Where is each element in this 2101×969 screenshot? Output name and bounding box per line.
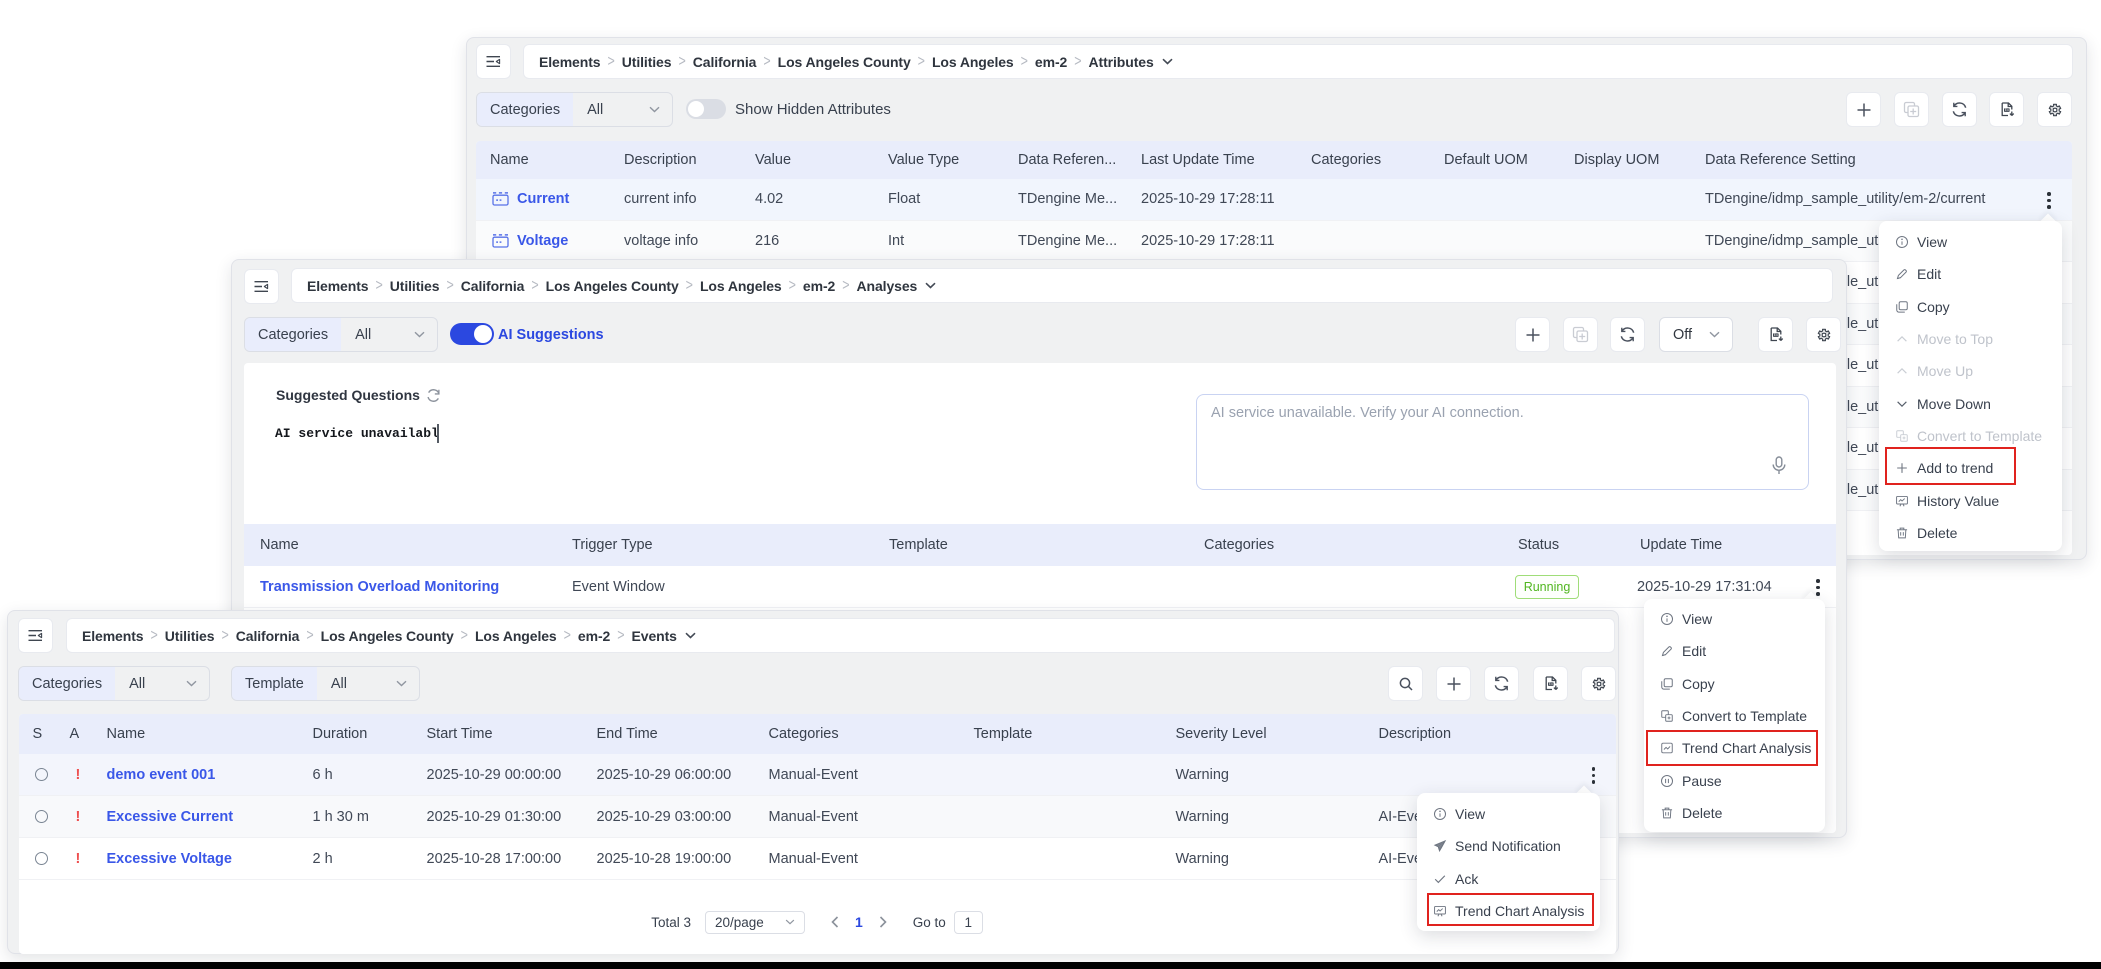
svg-text:E4: E4 xyxy=(1548,682,1552,686)
svg-text:E4: E4 xyxy=(1773,333,1777,337)
svg-text:E4: E4 xyxy=(2004,108,2008,112)
